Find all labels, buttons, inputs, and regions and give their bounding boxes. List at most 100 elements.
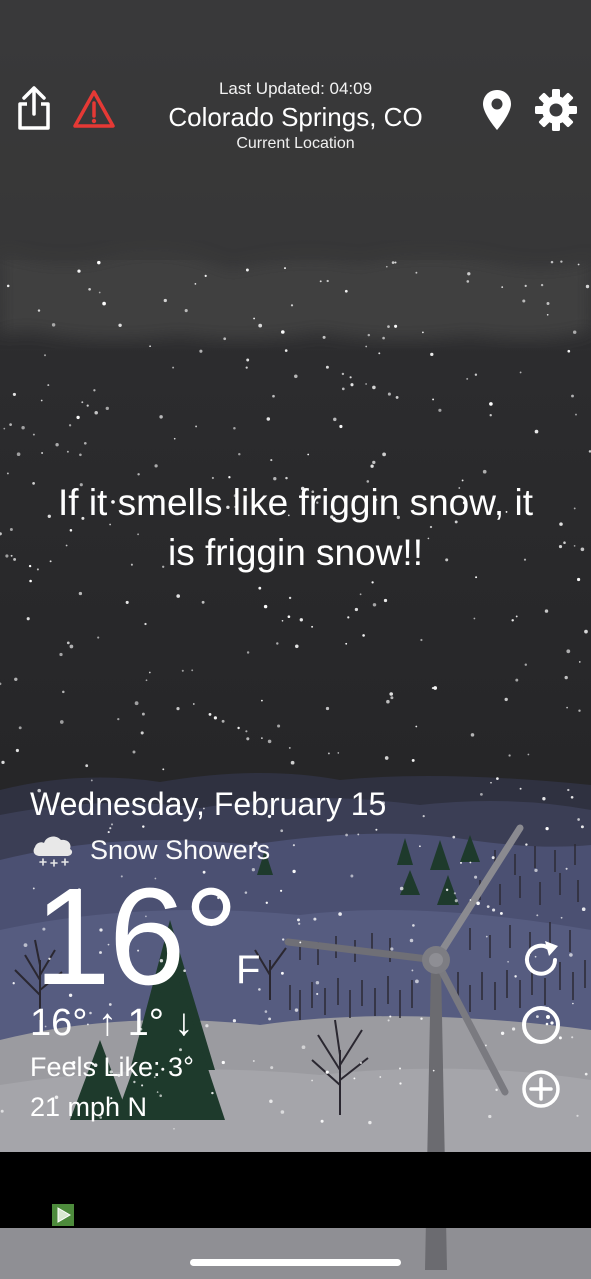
snow-flake: [359, 593, 362, 596]
snow-flake: [288, 746, 291, 749]
snow-flake: [524, 663, 527, 666]
snow-flake: [47, 384, 50, 387]
snow-flake: [567, 349, 571, 353]
snow-flake: [77, 269, 81, 273]
snow-flake: [542, 797, 546, 801]
snow-flake: [148, 671, 151, 674]
snow-flake: [327, 752, 330, 755]
snow-flake: [566, 706, 568, 709]
snow-flake: [507, 960, 509, 963]
snow-flake: [337, 752, 340, 754]
snow-flake: [432, 398, 435, 401]
snow-flake: [246, 737, 250, 741]
snow-flake: [21, 425, 25, 430]
snow-flake: [353, 1077, 356, 1080]
weather-alert-button[interactable]: [72, 88, 116, 130]
snow-flake: [550, 260, 554, 264]
snow-flake: [192, 703, 195, 705]
refresh-button[interactable]: [519, 938, 563, 982]
snow-flake: [474, 875, 478, 879]
location-subtitle: Current Location: [236, 135, 355, 152]
location-button[interactable]: [480, 88, 514, 132]
snow-flake: [580, 547, 585, 552]
cloud-band: [0, 249, 591, 340]
snow-flake: [560, 916, 563, 919]
snow-flake: [511, 619, 514, 622]
snow-flake: [584, 629, 588, 634]
snow-flake: [307, 453, 310, 456]
snow-flake: [412, 924, 415, 927]
snow-flake: [525, 843, 528, 846]
snow-flake: [476, 901, 480, 906]
snow-flake: [297, 918, 300, 922]
add-location-button[interactable]: [519, 1067, 563, 1111]
snow-flake: [144, 622, 147, 626]
snow-flake: [544, 609, 549, 613]
snow-flake: [159, 1094, 162, 1097]
high-low-temperature: 16° ↑ 1° ↓: [30, 1002, 194, 1044]
snow-flake: [438, 408, 442, 412]
snow-flake: [294, 1008, 299, 1012]
snow-flake: [102, 301, 106, 306]
snow-flake: [571, 1036, 574, 1039]
snow-flake: [245, 366, 248, 369]
snow-flake: [420, 638, 423, 642]
snow-flake: [6, 472, 9, 475]
snow-flake: [85, 764, 89, 768]
snow-flake: [499, 911, 503, 915]
snow-flake: [15, 748, 19, 753]
snow-flake: [357, 833, 360, 836]
settings-button[interactable]: [534, 88, 578, 132]
snow-flake: [569, 953, 573, 957]
snow-flake: [93, 389, 96, 392]
ad-banner[interactable]: [0, 1152, 591, 1228]
snow-flake: [62, 690, 65, 694]
snow-flake: [55, 443, 59, 447]
snow-flake: [204, 274, 207, 277]
snow-flake: [459, 861, 463, 864]
last-updated-text: Last Updated: 04:09: [218, 79, 373, 98]
radar-button[interactable]: [519, 1003, 563, 1047]
snow-flake: [389, 1015, 392, 1018]
snow-flake: [117, 717, 120, 721]
location-pin-icon: [483, 90, 511, 130]
snow-flake: [261, 737, 263, 739]
snow-flake: [390, 947, 394, 951]
snow-flake: [577, 818, 580, 821]
snow-flake: [0, 1109, 4, 1113]
ad-choices-icon[interactable]: [52, 1204, 74, 1226]
location-name[interactable]: Colorado Springs, CO: [140, 100, 451, 134]
snow-flake: [270, 459, 273, 462]
snow-flake: [515, 678, 519, 682]
snow-flake: [253, 317, 256, 320]
snow-flake: [287, 615, 291, 619]
snow-flake: [245, 268, 249, 272]
snow-flake: [489, 414, 492, 417]
gear-icon: [535, 89, 577, 131]
snow-flake: [44, 354, 46, 357]
snow-flake: [385, 265, 388, 268]
snow-flake: [66, 641, 70, 645]
snow-flake: [492, 908, 496, 912]
snow-flake: [41, 452, 44, 454]
snow-flake: [66, 450, 69, 453]
snow-flake: [368, 1120, 372, 1125]
snow-flake: [78, 591, 83, 596]
snow-flake: [258, 586, 262, 590]
snow-flake: [339, 424, 343, 429]
home-indicator[interactable]: [190, 1259, 401, 1266]
snow-flake: [118, 323, 122, 328]
snow-flake: [154, 464, 158, 468]
snow-flake: [199, 349, 203, 353]
snow-flake: [534, 868, 538, 873]
snow-flake: [474, 373, 478, 376]
quote-line-1: If it smells like friggin snow, it: [58, 482, 533, 523]
refresh-icon: [525, 941, 558, 976]
temperature-unit[interactable]: F: [236, 948, 260, 993]
snow-flake: [409, 938, 414, 943]
snow-flake: [110, 823, 114, 826]
snow-flake: [176, 707, 180, 711]
add-location-icon: [522, 1070, 560, 1108]
share-button[interactable]: [14, 84, 54, 132]
snow-flake: [394, 261, 397, 264]
